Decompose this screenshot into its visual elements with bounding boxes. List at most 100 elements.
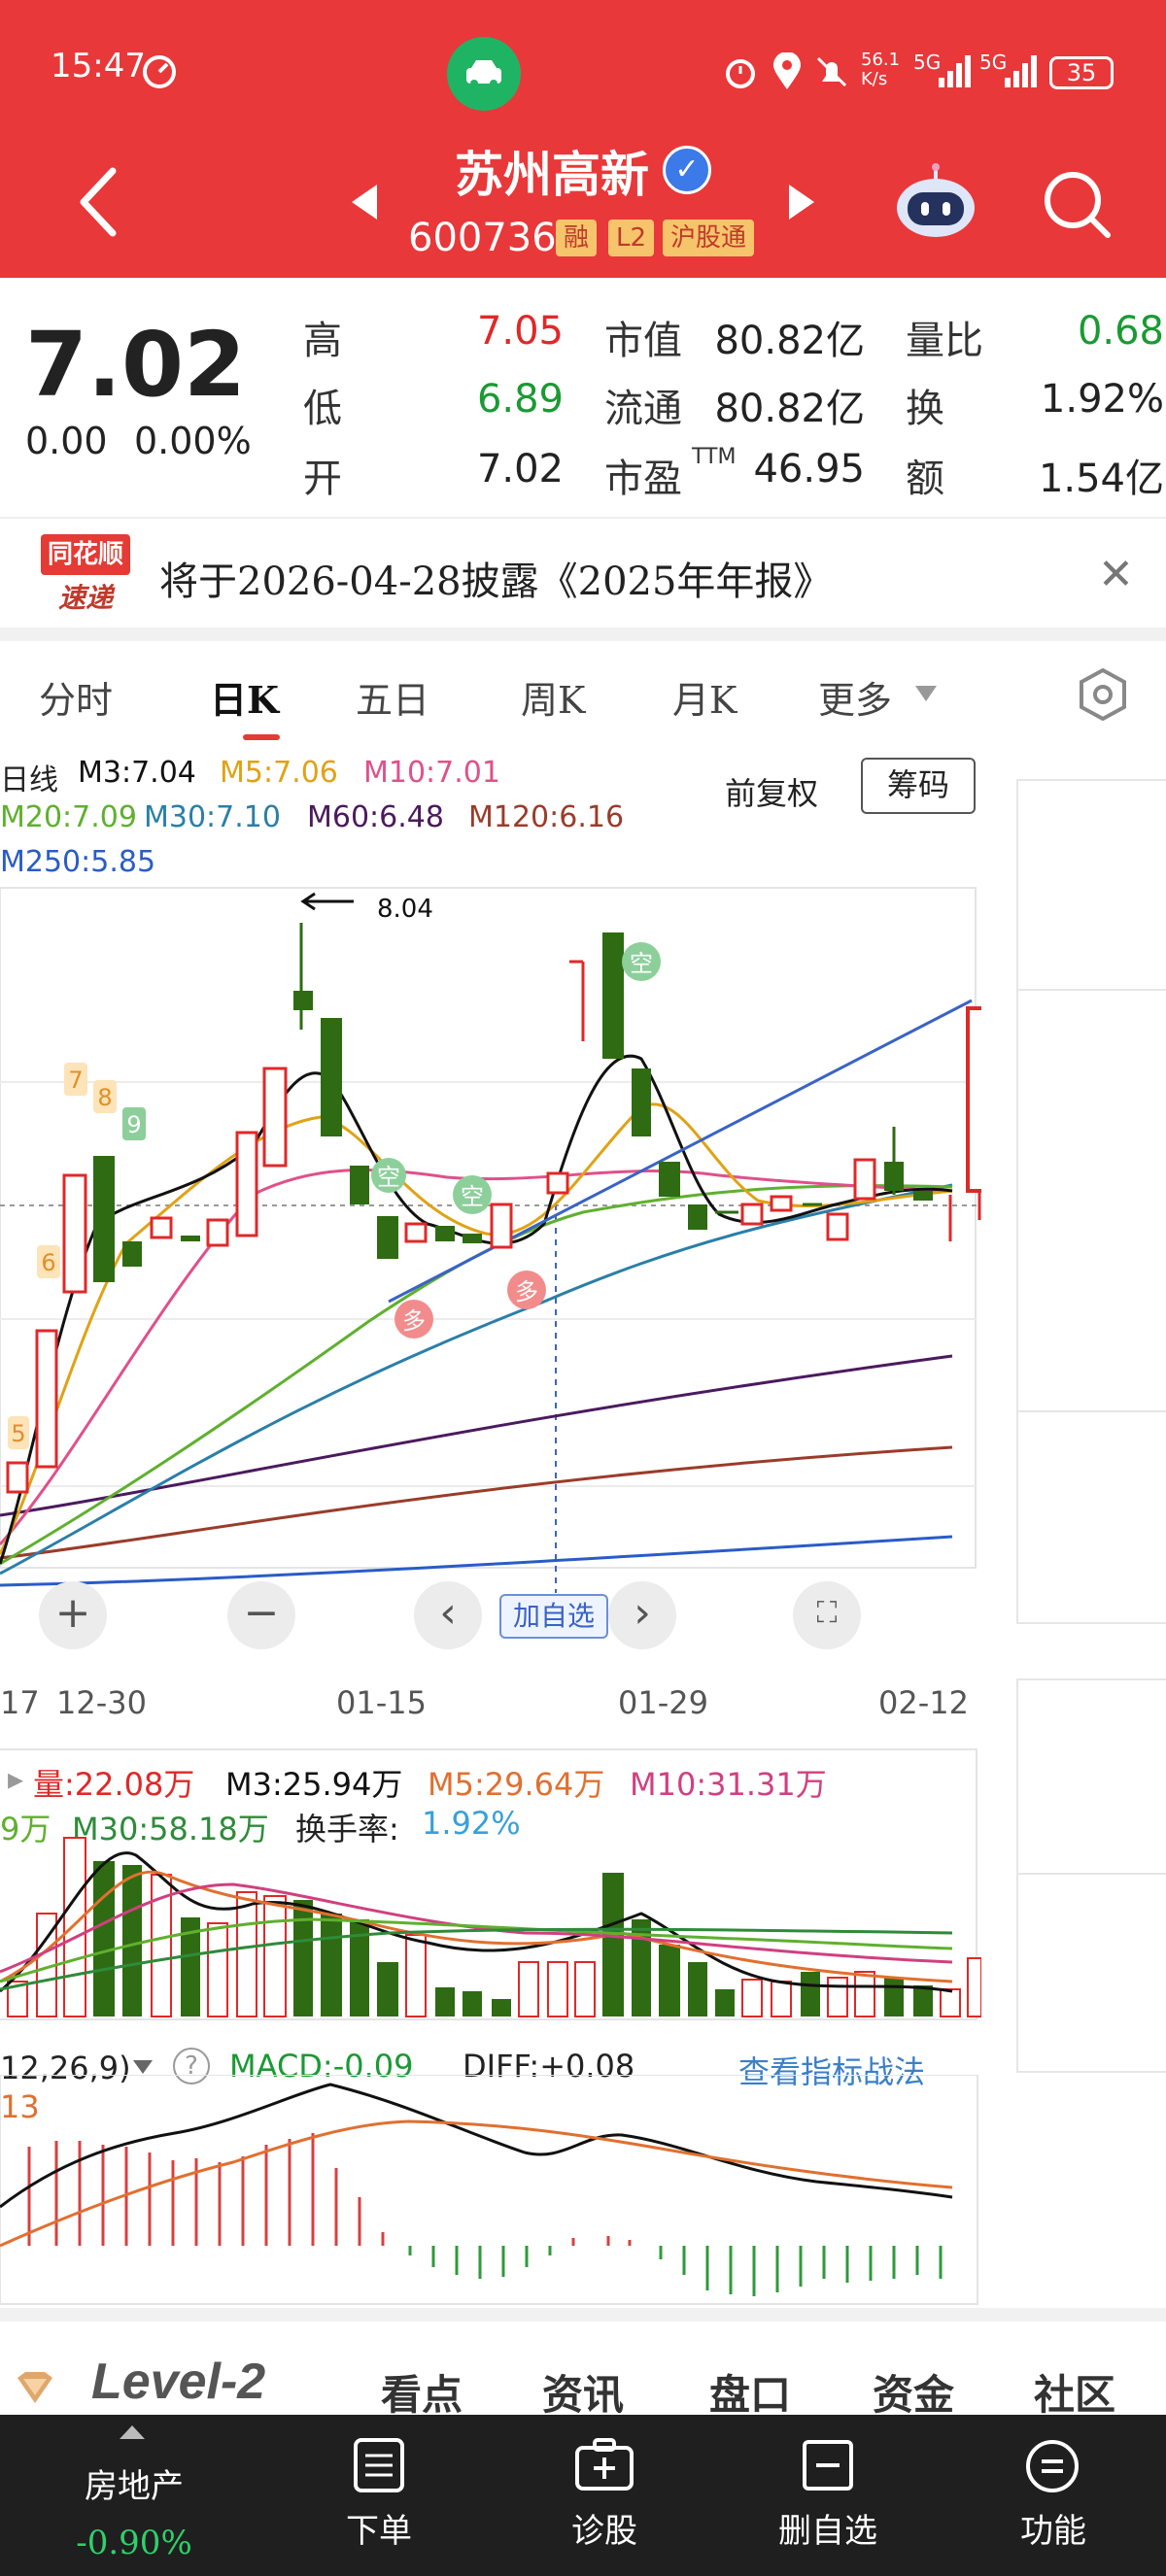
nav-diagnose[interactable]: 诊股: [527, 2504, 682, 2552]
ma-m5: M5:7.06: [220, 756, 338, 790]
nav-remove-watchlist[interactable]: 删自选: [750, 2504, 906, 2552]
volume-dropdown-icon[interactable]: ▸: [8, 1760, 23, 1797]
settings-hexagon-icon[interactable]: [1075, 666, 1131, 723]
robot-assistant-icon[interactable]: [894, 163, 977, 241]
signal-long-label: 多: [402, 1307, 426, 1335]
volume-bar: [913, 1985, 933, 2017]
tab-intraday[interactable]: 分时: [39, 670, 113, 724]
volume-bar: [518, 1961, 539, 2017]
x-tick: 01-15: [336, 1684, 427, 1721]
volume-bar: [236, 1891, 257, 2017]
prev-stock-icon[interactable]: [350, 183, 379, 221]
search-icon[interactable]: [1040, 167, 1114, 241]
last-candle: [966, 1006, 981, 1193]
order-icon[interactable]: [352, 2436, 406, 2494]
fullscreen-icon[interactable]: ⛶: [793, 1581, 861, 1649]
caret-up-icon[interactable]: [119, 2424, 146, 2440]
tab-news[interactable]: 资讯: [542, 2362, 624, 2422]
quote-label-turnover: 换: [906, 387, 944, 431]
volume-m5: M5:29.64万: [428, 1766, 605, 1803]
tab-orderbook[interactable]: 盘口: [709, 2362, 791, 2422]
quote-value-turnover: 1.92%: [1040, 377, 1164, 422]
candle: [262, 1067, 288, 1168]
notice-close-icon[interactable]: ✕: [1098, 550, 1134, 599]
car-mode-icon[interactable]: [447, 37, 521, 111]
volume-bar: [801, 1972, 820, 2017]
candle: [913, 1191, 933, 1201]
next-stock-icon[interactable]: [787, 183, 816, 221]
remove-watchlist-icon[interactable]: [801, 2438, 855, 2492]
volume-bar: [435, 1987, 455, 2017]
chevron-down-icon[interactable]: [913, 684, 939, 703]
ma-m60: M60:6.48: [307, 800, 444, 834]
candle: [321, 1018, 342, 1136]
side-panel-lower: [1016, 1678, 1166, 2073]
side-panel-line: [1016, 1873, 1166, 1875]
candle: [62, 1173, 87, 1294]
tab-five-day[interactable]: 五日: [356, 670, 429, 724]
volume-bar: [688, 1962, 707, 2017]
volume-bar: [547, 1961, 568, 2017]
volume-bar: [463, 1991, 482, 2017]
notice-logo-top: 同花顺: [41, 534, 130, 575]
candle: [740, 1203, 764, 1226]
quote-label-float: 流通: [604, 387, 682, 431]
candle: [404, 1222, 428, 1243]
tab-level2[interactable]: Level-2: [91, 2353, 265, 2411]
alarm-icon: [726, 59, 755, 88]
quote-label-pe: 市盈: [604, 457, 682, 501]
stock-name: 苏州高新: [455, 147, 649, 203]
chips-button[interactable]: 筹码: [861, 758, 976, 814]
tab-weekly-k[interactable]: 周K: [521, 670, 585, 724]
candle: [293, 991, 313, 1010]
quote-label-high: 高: [303, 319, 342, 363]
zoom-out-button[interactable]: −: [227, 1581, 295, 1649]
net-speed: 56.1 K/s: [861, 50, 901, 89]
tab-highlights[interactable]: 看点: [381, 2362, 463, 2422]
pan-left-button[interactable]: ‹: [414, 1581, 482, 1649]
sector-name[interactable]: 房地产: [56, 2459, 212, 2507]
notice-text[interactable]: 将于2026-04-28披露《2025年年报》: [159, 550, 832, 606]
signal-icon-2: [1005, 55, 1037, 87]
macd-chevron-down-icon[interactable]: [132, 2059, 154, 2075]
candle: [546, 1171, 569, 1195]
tab-monthly-k[interactable]: 月K: [672, 670, 737, 724]
volume-bar: [492, 1999, 511, 2017]
count-label: 5: [11, 1420, 25, 1447]
tab-funds[interactable]: 资金: [873, 2362, 954, 2422]
tab-community[interactable]: 社区: [1034, 2362, 1115, 2422]
notice-logo-bottom: 速递: [57, 582, 113, 614]
volume-bar: [63, 1837, 86, 2017]
sector-change: -0.90%: [76, 2524, 192, 2562]
back-arrow-icon[interactable]: [76, 165, 120, 239]
volume-bar: [854, 1971, 875, 2017]
ma250-line: [0, 1535, 953, 1587]
kline-chart[interactable]: 8.04 空 空 空 多 多 5 6 7 8 9: [0, 874, 981, 1593]
ma-m10: M10:7.01: [363, 756, 500, 790]
candle: [122, 1241, 142, 1267]
volume-bar: [771, 1981, 792, 2017]
status-time: 15:47: [51, 47, 146, 85]
pan-right-button[interactable]: ›: [608, 1581, 676, 1649]
tab-more[interactable]: 更多: [818, 670, 892, 724]
candle: [150, 1216, 173, 1239]
diagnose-icon[interactable]: [573, 2438, 635, 2492]
x-tick: 02-12: [878, 1684, 969, 1721]
add-watchlist-button[interactable]: 加自选: [499, 1594, 608, 1639]
signal-long-label: 多: [515, 1278, 538, 1305]
tag-connect: 沪股通: [663, 220, 755, 256]
function-menu-icon[interactable]: [1024, 2438, 1080, 2494]
volume-bar: [967, 1957, 981, 2017]
x-tick: 01-29: [618, 1684, 708, 1721]
candle: [235, 1131, 258, 1237]
adjust-toggle[interactable]: 前复权: [725, 769, 818, 814]
nav-order[interactable]: 下单: [301, 2504, 457, 2552]
current-price: 7.02: [25, 313, 246, 417]
zoom-in-button[interactable]: +: [39, 1581, 107, 1649]
ma120-line: [0, 1445, 953, 1560]
candle: [435, 1226, 455, 1241]
macd-chart[interactable]: [0, 2075, 981, 2308]
nav-functions[interactable]: 功能: [976, 2504, 1131, 2552]
volume-ma10: [0, 1882, 953, 1974]
tab-daily-k[interactable]: 日K: [210, 670, 279, 724]
